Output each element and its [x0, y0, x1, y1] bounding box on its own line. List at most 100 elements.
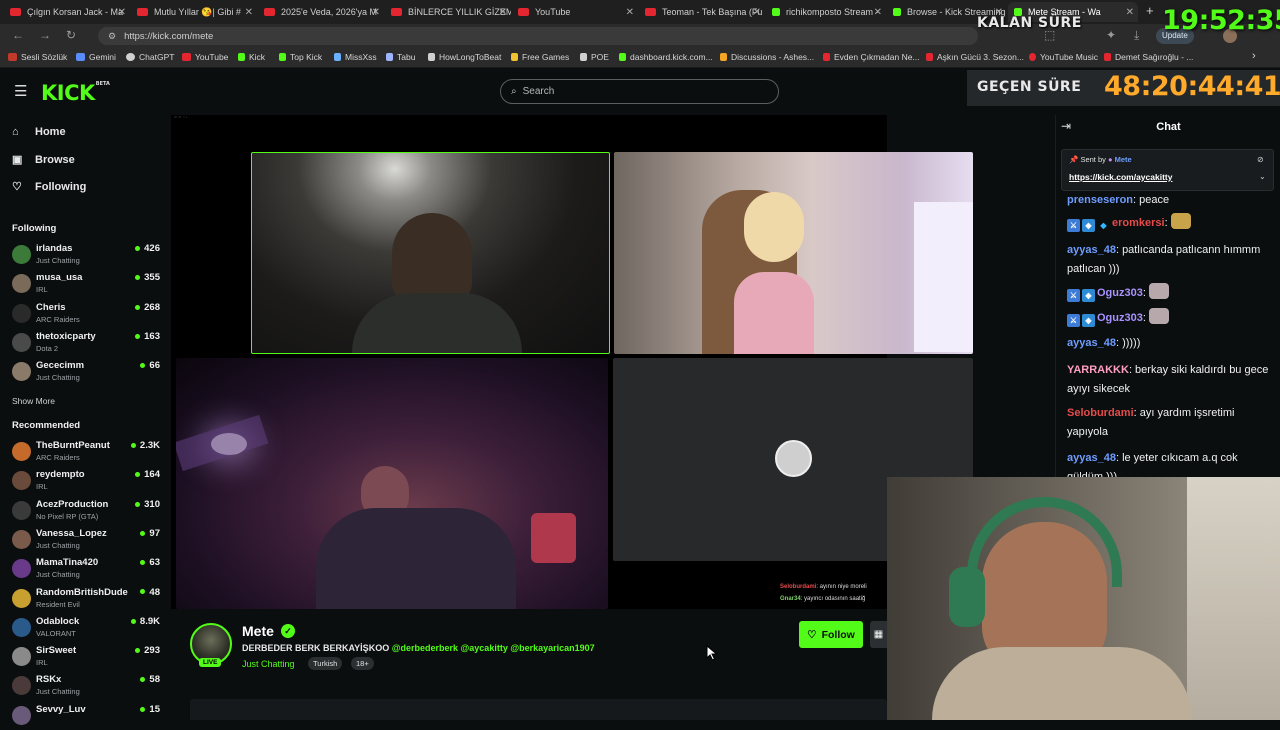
bookmark-item[interactable]: Evden Çıkmadan Ne... — [823, 52, 920, 62]
pinned-link[interactable]: https://kick.com/aycakitty — [1069, 172, 1172, 182]
bookmark-item[interactable]: POE — [580, 52, 609, 62]
browser-toolbar: ← → ↻ ⚙ https://kick.com/mete ⬚ ✦ ⤓ Upda… — [0, 24, 1280, 48]
channel-avatar — [12, 676, 31, 696]
sidebar-channel-randombritishdude[interactable]: RandomBritishDude Resident Evil 48 — [12, 586, 160, 613]
channel-category: ARC Raiders — [36, 314, 80, 324]
browser-tab[interactable]: YouTube ✕ — [512, 2, 638, 22]
chat-message: prenseseron: peace — [1067, 191, 1272, 210]
chat-username[interactable]: YARRAKKK — [1067, 364, 1129, 376]
browser-tab[interactable]: Mutlu Yıllar 😘| Gibi # ✕ — [131, 2, 257, 22]
chat-username[interactable]: ayyas_48 — [1067, 337, 1116, 349]
unpin-icon[interactable]: ⊘ — [1257, 155, 1264, 164]
chevron-down-icon[interactable]: ⌄ — [1259, 172, 1266, 181]
sidebar-channel-irlandas[interactable]: irlandas Just Chatting 426 — [12, 242, 160, 269]
browser-tab[interactable]: BİNLERCE YILLIK GİZEM ✕ — [385, 2, 511, 22]
sidebar-channel-theburntpeanut[interactable]: TheBurntPeanut ARC Raiders 2.3K — [12, 439, 160, 466]
browser-tab[interactable]: Çılgın Korsan Jack - Ma ✕ — [4, 2, 130, 22]
stream-category-link[interactable]: Just Chatting — [242, 659, 295, 669]
sidebar-channel-mamatina420[interactable]: MamaTina420 Just Chatting 63 — [12, 556, 160, 583]
nav-label: Home — [35, 126, 66, 138]
chat-username[interactable]: Seloburdami — [1067, 407, 1134, 419]
sidebar-channel-rskx[interactable]: RSKx Just Chatting 58 — [12, 673, 160, 700]
viewer-count: 97 — [140, 528, 160, 539]
sidebar-channel-acezproduction[interactable]: AcezProduction No Pixel RP (GTA) 310 — [12, 498, 160, 525]
chat-username[interactable]: Oguz303 — [1097, 287, 1143, 299]
bookmark-item[interactable]: Free Games — [511, 52, 569, 62]
forward-icon[interactable]: → — [39, 28, 51, 42]
bookmark-item[interactable]: HowLongToBeat — [428, 52, 501, 62]
bookmark-item[interactable]: Kick — [238, 52, 265, 62]
tag-pill[interactable]: 18+ — [351, 657, 374, 670]
close-tab-icon[interactable]: ✕ — [874, 7, 882, 18]
browser-tab[interactable]: richikomposto Stream - ✕ — [766, 2, 886, 22]
sidebar-channel-odablock[interactable]: Odablock VALORANT 8.9K — [12, 615, 160, 642]
nav-browse[interactable]: ▣ Browse — [12, 153, 75, 167]
browser-tab[interactable]: Teoman - Tek Başına (Fu ✕ — [639, 2, 765, 22]
show-more-link[interactable]: Show More — [12, 396, 55, 406]
sidebar-channel-sevvy_luv[interactable]: Sevvy_Luv 15 — [12, 703, 160, 730]
kick-icon — [619, 53, 626, 61]
bookmark-item[interactable]: YouTube Music — [1029, 52, 1098, 62]
pinned-username[interactable]: Mete — [1115, 155, 1132, 164]
download-icon[interactable]: ⤓ — [1134, 28, 1139, 43]
back-icon[interactable]: ← — [12, 28, 24, 42]
stream-title-mentions[interactable]: @derbederberk @aycakitty @berkayarican19… — [392, 643, 595, 653]
browser-tab[interactable]: 2025'e Veda, 2026'ya M ✕ — [258, 2, 384, 22]
bookmark-item[interactable]: dashboard.kick.com... — [619, 52, 713, 62]
nav-following[interactable]: ♡ Following — [12, 180, 86, 194]
close-tab-icon[interactable]: ✕ — [1126, 7, 1134, 18]
close-tab-icon[interactable]: ✕ — [626, 7, 634, 18]
streamer-name[interactable]: Mete — [242, 623, 274, 639]
kick-logo[interactable]: KICKBETA — [41, 81, 110, 105]
close-tab-icon[interactable]: ✕ — [753, 7, 761, 18]
overlay-chat-user: Seloburdami — [780, 584, 817, 590]
bookmark-item[interactable]: ChatGPT — [126, 52, 174, 62]
sidebar-channel-cheris[interactable]: Cheris ARC Raiders 268 — [12, 301, 160, 328]
bookmark-item[interactable]: Tabu — [386, 52, 415, 62]
bookmark-item[interactable]: Aşkın Gücü 3. Sezon... — [926, 52, 1024, 62]
bookmark-item[interactable]: Top Kick — [279, 52, 322, 62]
sidebar-channel-vanessa_lopez[interactable]: Vanessa_Lopez Just Chatting 97 — [12, 527, 160, 554]
close-tab-icon[interactable]: ✕ — [499, 7, 507, 18]
person-body — [734, 272, 814, 354]
sidebar-channel-musa_usa[interactable]: musa_usa IRL 355 — [12, 271, 160, 298]
sidebar-channel-gececimm[interactable]: Gececimm Just Chatting 66 — [12, 359, 160, 386]
close-tab-icon[interactable]: ✕ — [245, 7, 253, 18]
channel-category: Just Chatting — [36, 373, 80, 383]
bookmark-item[interactable]: Discussions - Ashes... — [720, 52, 814, 62]
chat-username[interactable]: Oguz303 — [1097, 312, 1143, 324]
bookmark-item[interactable]: Demet Sağıroğlu - ... — [1104, 52, 1193, 62]
chat-username[interactable]: ayyas_48 — [1067, 244, 1116, 256]
close-tab-icon[interactable]: ✕ — [372, 7, 380, 18]
menu-hamburger-icon[interactable]: ☰ — [14, 82, 27, 100]
pc-case — [914, 202, 973, 352]
live-dot-icon — [140, 589, 146, 595]
tag-pill[interactable]: Turkish — [308, 657, 343, 670]
sidebar-channel-reydempto[interactable]: reydempto IRL 164 — [12, 468, 160, 495]
new-tab-icon[interactable]: + — [1146, 3, 1154, 18]
follow-button[interactable]: ♡ Follow — [799, 621, 863, 648]
bookmark-item[interactable]: MissXss — [334, 52, 377, 62]
search-input[interactable]: ⌕ Search — [500, 79, 779, 104]
close-tab-icon[interactable]: ✕ — [118, 7, 126, 18]
video-player[interactable]: ▫ ▫ ·· Seloburdami: ayının niye moreli G… — [171, 114, 973, 609]
bookmarks-more-icon[interactable]: › — [1252, 50, 1256, 62]
channel-category: Just Chatting — [36, 687, 80, 697]
address-bar[interactable]: ⚙ https://kick.com/mete — [98, 27, 978, 45]
bookmark-item[interactable]: Sesli Sözlük — [8, 52, 67, 62]
reload-icon[interactable]: ↻ — [66, 28, 76, 42]
site-info-icon[interactable]: ⚙ — [108, 31, 116, 42]
live-dot-icon — [135, 648, 141, 654]
extensions-puzzle-icon[interactable]: ✦ — [1106, 28, 1116, 42]
sidebar-channel-thetoxicparty[interactable]: thetoxicparty Dota 2 163 — [12, 330, 160, 357]
bookmark-item[interactable]: YouTube — [182, 52, 228, 62]
channel-avatar — [12, 529, 31, 549]
sidebar-channel-sirsweet[interactable]: SirSweet IRL 293 — [12, 644, 160, 671]
chat-username[interactable]: ayyas_48 — [1067, 452, 1116, 464]
bookmark-item[interactable]: Gemini — [76, 52, 116, 62]
tab-title: 2025'e Veda, 2026'ya M — [281, 7, 378, 17]
gift-sub-button[interactable]: ▦ — [870, 621, 887, 648]
chat-username[interactable]: prenseseron — [1067, 194, 1133, 206]
nav-home[interactable]: ⌂ Home — [12, 126, 66, 138]
chat-username[interactable]: eromkersi — [1112, 217, 1165, 229]
